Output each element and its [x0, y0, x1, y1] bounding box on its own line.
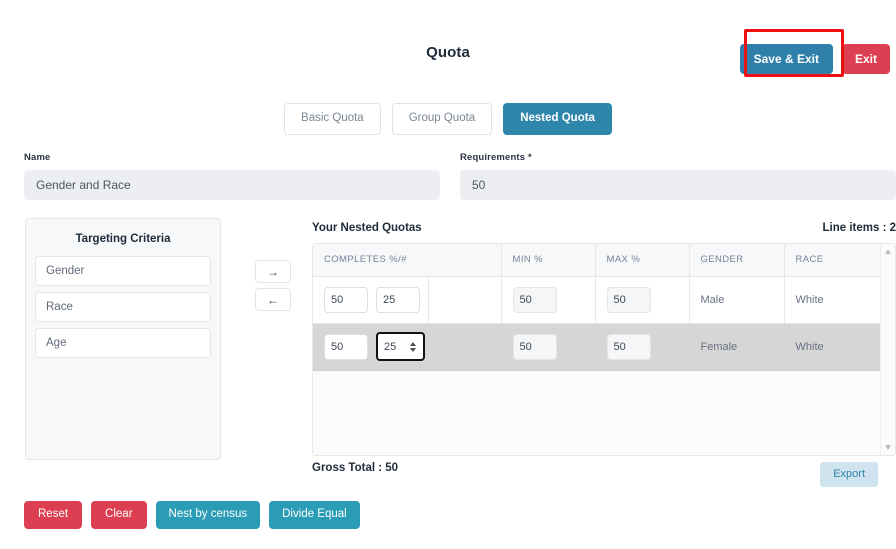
line-items-count: Line items : 2 [822, 222, 896, 234]
column-header-min-pct: MIN % [501, 244, 596, 277]
requirements-field-group: Requirements * [460, 152, 896, 200]
requirements-label: Requirements * [460, 152, 532, 163]
scroll-up-icon[interactable] [885, 249, 891, 254]
min-percent-cell [501, 323, 596, 371]
row-1-completes-percent-input[interactable] [324, 333, 368, 360]
race-cell: White [784, 323, 881, 371]
arrow-left-icon[interactable]: ← [255, 288, 291, 311]
completes-cell [313, 276, 429, 324]
max-percent-cell [595, 323, 690, 371]
criteria-item-gender[interactable]: Gender [35, 256, 211, 286]
nest-by-census-button[interactable]: Nest by census [155, 501, 261, 529]
row-0-completes-number-input[interactable] [376, 286, 420, 313]
row-1-completes-number-input[interactable] [378, 335, 410, 358]
header-actions: Save & Exit Exit [739, 44, 890, 74]
column-header-race: RACE [784, 244, 881, 277]
scroll-down-icon[interactable] [885, 445, 891, 450]
row-1-max-percent-input[interactable] [606, 333, 651, 360]
divide-equal-button[interactable]: Divide Equal [269, 501, 360, 529]
completes-cell [313, 323, 429, 371]
tab-nested-quota[interactable]: Nested Quota [503, 103, 612, 135]
completes-spacer-cell [428, 276, 502, 324]
stepper-up-icon[interactable] [410, 341, 416, 346]
targeting-criteria-title: Targeting Criteria [75, 233, 171, 245]
column-header-gender: GENDER [689, 244, 785, 277]
transfer-controls: → ← [255, 260, 291, 311]
gross-total-label: Gross Total : 50 [312, 462, 399, 474]
requirements-input[interactable] [460, 170, 896, 200]
max-percent-cell [595, 276, 690, 324]
table-row[interactable]: Female White [313, 323, 881, 371]
nested-quotas-header: Your Nested Quotas Line items : 2 [312, 222, 896, 234]
gender-cell: Female [689, 323, 785, 371]
column-header-max-pct: MAX % [595, 244, 690, 277]
name-field-group: Name [24, 152, 440, 200]
row-1-completes-number-stepper[interactable] [376, 332, 425, 361]
clear-button[interactable]: Clear [91, 501, 147, 529]
row-0-min-percent-input[interactable] [512, 286, 557, 313]
min-percent-cell [501, 276, 596, 324]
tab-basic-quota[interactable]: Basic Quota [284, 103, 381, 135]
name-input[interactable] [24, 170, 440, 200]
quota-form-fields: Name Requirements * [0, 152, 896, 200]
nested-quotas-table-container: COMPLETES %/# MIN % MAX % GENDER RACE 50… [312, 243, 896, 456]
export-button[interactable]: Export [820, 462, 878, 487]
row-0-completes-percent-input[interactable] [324, 286, 368, 313]
page-header: Quota Save & Exit Exit [0, 0, 896, 92]
tab-group-quota[interactable]: Group Quota [391, 103, 493, 135]
criteria-item-race[interactable]: Race [35, 292, 211, 322]
targeting-criteria-panel: Targeting Criteria Gender Race Age [25, 218, 221, 460]
stepper-down-icon[interactable] [410, 347, 416, 352]
nested-quotas-table-scroll: COMPLETES %/# MIN % MAX % GENDER RACE 50… [313, 244, 881, 455]
race-cell: White [784, 276, 881, 324]
arrow-right-icon[interactable]: → [255, 260, 291, 283]
quota-page: Quota Save & Exit Exit Basic Quota Group… [0, 0, 896, 549]
gender-cell: Male [689, 276, 785, 324]
completes-spacer-cell [428, 323, 502, 371]
column-header-completes: COMPLETES %/# [313, 244, 502, 277]
save-and-exit-button[interactable]: Save & Exit [739, 44, 833, 74]
nested-quotas-table: COMPLETES %/# MIN % MAX % GENDER RACE 50… [313, 244, 881, 371]
stepper-arrows-icon[interactable] [410, 341, 419, 352]
name-label: Name [24, 152, 51, 163]
table-row[interactable]: Male White [313, 276, 881, 324]
exit-button[interactable]: Exit [841, 44, 890, 74]
table-vertical-scrollbar[interactable] [880, 244, 895, 455]
criteria-item-age[interactable]: Age [35, 328, 211, 358]
nested-quotas-title: Your Nested Quotas [312, 222, 422, 234]
row-0-max-percent-input[interactable] [606, 286, 651, 313]
bottom-action-bar: Reset Clear Nest by census Divide Equal [24, 501, 360, 529]
quota-type-tabs: Basic Quota Group Quota Nested Quota [0, 103, 896, 135]
table-header-row: COMPLETES %/# MIN % MAX % GENDER RACE [313, 244, 881, 277]
row-1-min-percent-input[interactable] [512, 333, 557, 360]
reset-button[interactable]: Reset [24, 501, 83, 529]
